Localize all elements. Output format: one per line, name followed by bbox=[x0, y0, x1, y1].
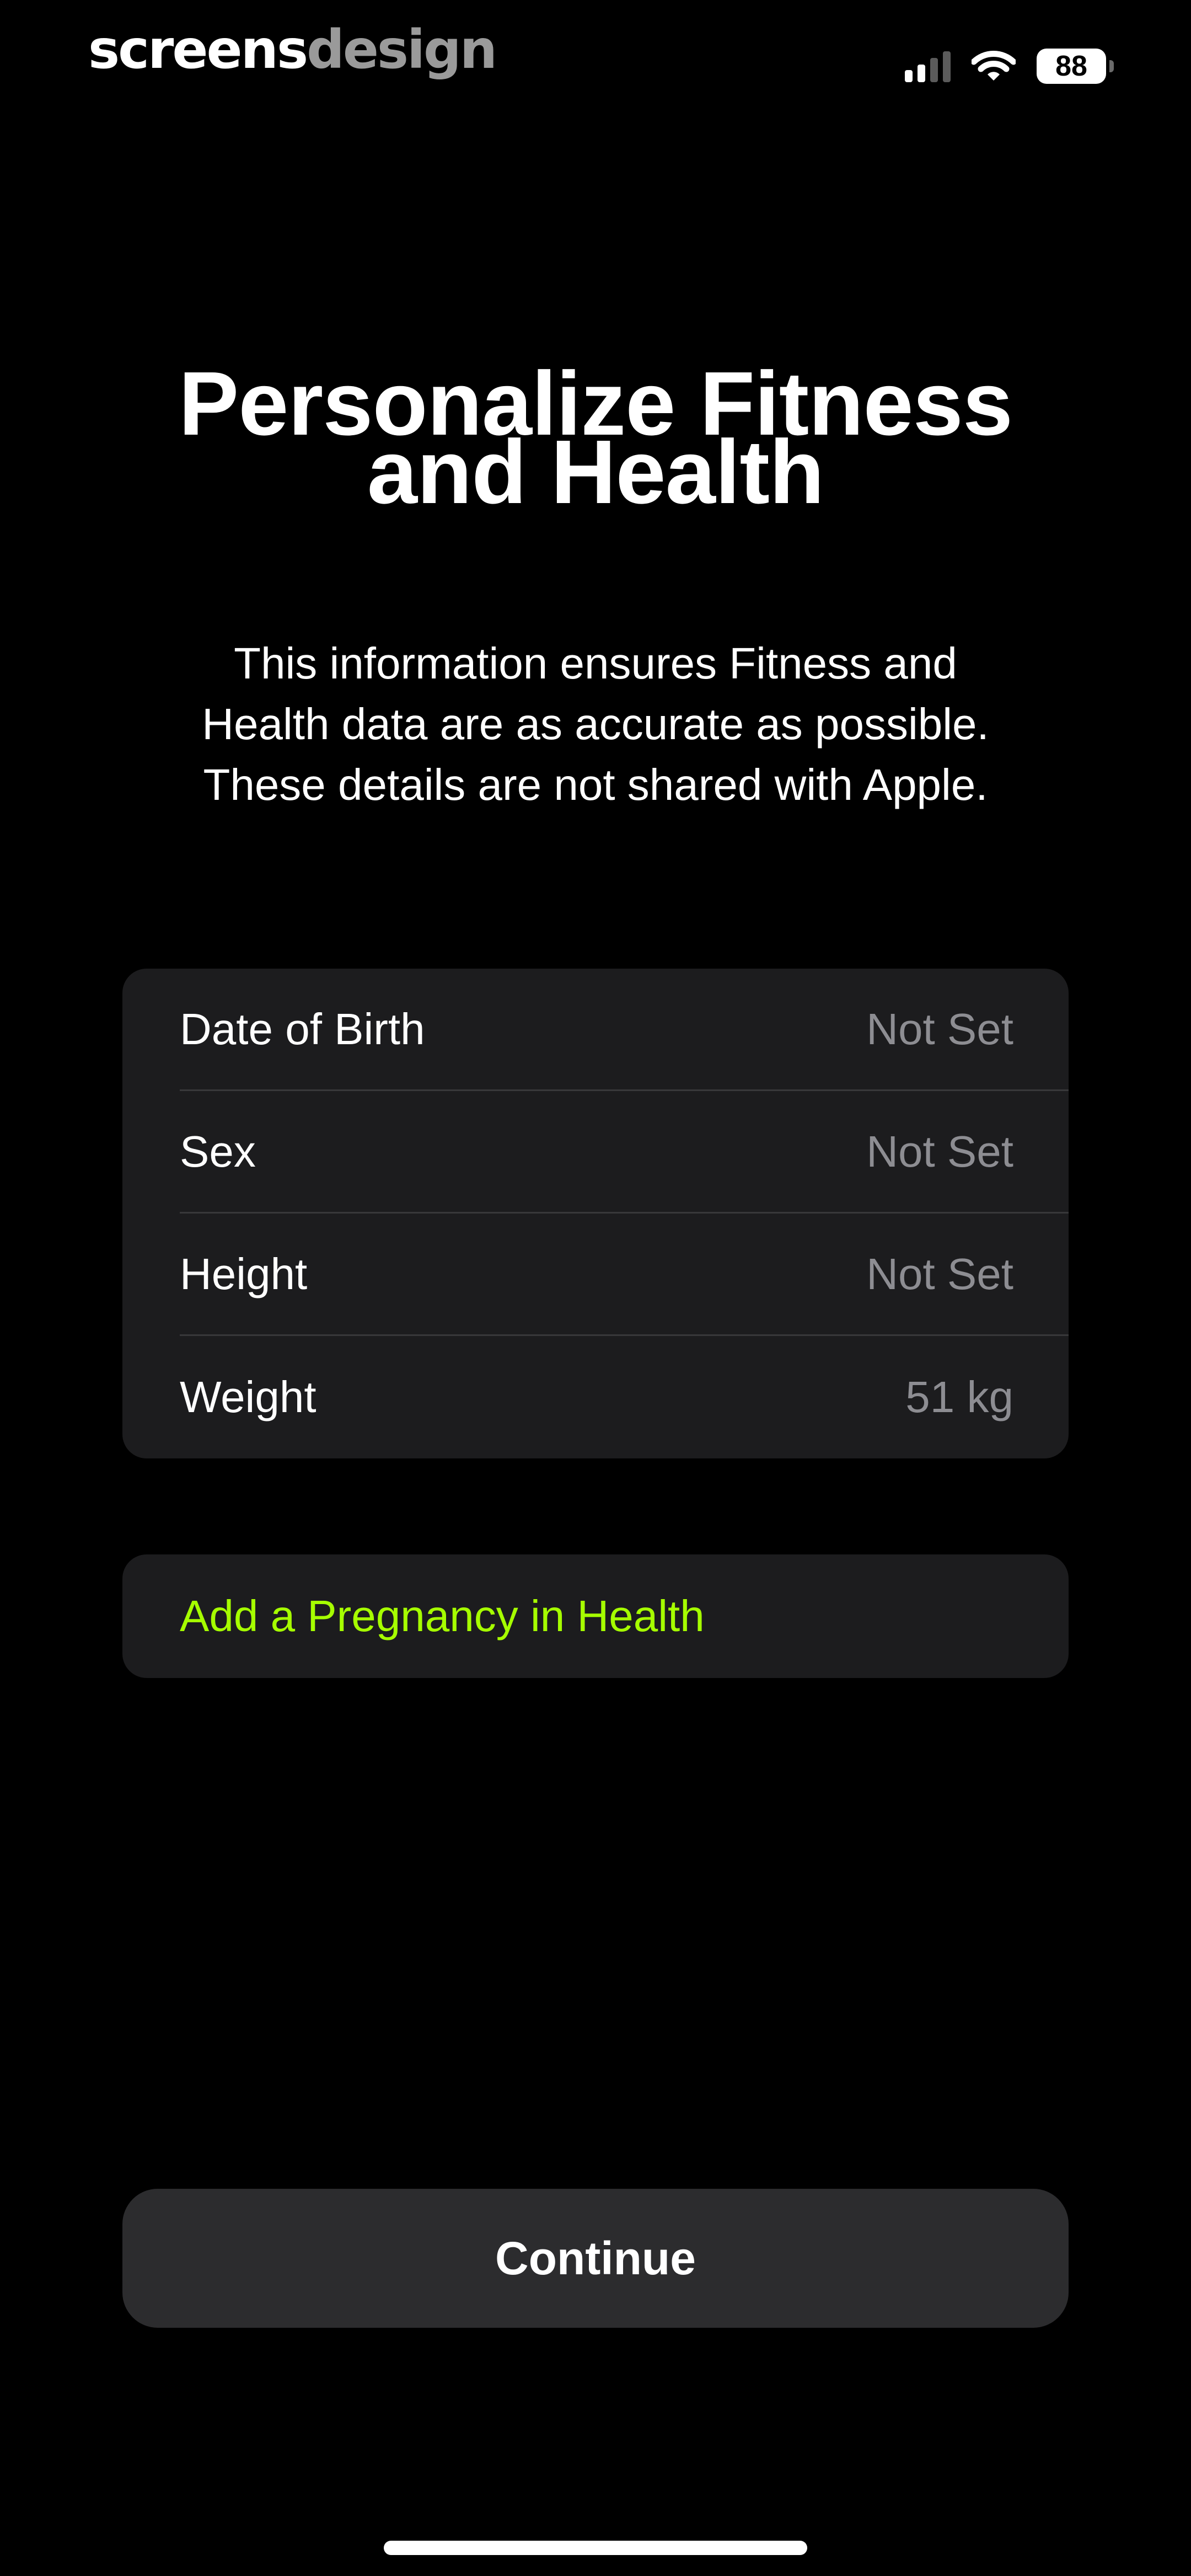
height-row[interactable]: Height Not Set bbox=[180, 1214, 1069, 1336]
date-of-birth-label: Date of Birth bbox=[180, 1004, 425, 1054]
wifi-icon bbox=[972, 50, 1016, 83]
screensdesign-watermark: screensdesign bbox=[88, 23, 497, 76]
personal-details-card: Date of Birth Not Set Sex Not Set Height… bbox=[122, 969, 1069, 1458]
subtitle-line-1: This information ensures Fitness and bbox=[234, 639, 957, 688]
battery-tip bbox=[1109, 60, 1114, 72]
watermark-part-2: design bbox=[307, 19, 497, 81]
height-value: Not Set bbox=[866, 1249, 1013, 1298]
weight-row[interactable]: Weight 51 kg bbox=[180, 1336, 1069, 1458]
battery-level: 88 bbox=[1037, 49, 1106, 84]
continue-button[interactable]: Continue bbox=[122, 2189, 1069, 2328]
weight-value: 51 kg bbox=[905, 1372, 1013, 1421]
date-of-birth-row[interactable]: Date of Birth Not Set bbox=[180, 969, 1069, 1091]
page-title: Personalize Fitness and Health bbox=[0, 359, 1191, 517]
subtitle-line-2: Health data are as accurate as possible. bbox=[202, 699, 989, 749]
home-indicator[interactable] bbox=[384, 2541, 807, 2555]
weight-label: Weight bbox=[180, 1372, 316, 1421]
add-pregnancy-label: Add a Pregnancy in Health bbox=[180, 1591, 705, 1640]
page-subtitle: This information ensures Fitness and Hea… bbox=[0, 633, 1191, 815]
sex-value: Not Set bbox=[866, 1126, 1013, 1176]
height-label: Height bbox=[180, 1249, 308, 1298]
signal-icon bbox=[905, 50, 951, 82]
date-of-birth-value: Not Set bbox=[866, 1004, 1013, 1054]
sex-label: Sex bbox=[180, 1126, 256, 1176]
watermark-part-1: screens bbox=[88, 19, 308, 81]
add-pregnancy-button[interactable]: Add a Pregnancy in Health bbox=[122, 1554, 1069, 1678]
sex-row[interactable]: Sex Not Set bbox=[180, 1091, 1069, 1214]
subtitle-line-3: These details are not shared with Apple. bbox=[203, 760, 988, 809]
status-bar: 88 bbox=[905, 44, 1114, 88]
battery-icon: 88 bbox=[1037, 49, 1114, 84]
